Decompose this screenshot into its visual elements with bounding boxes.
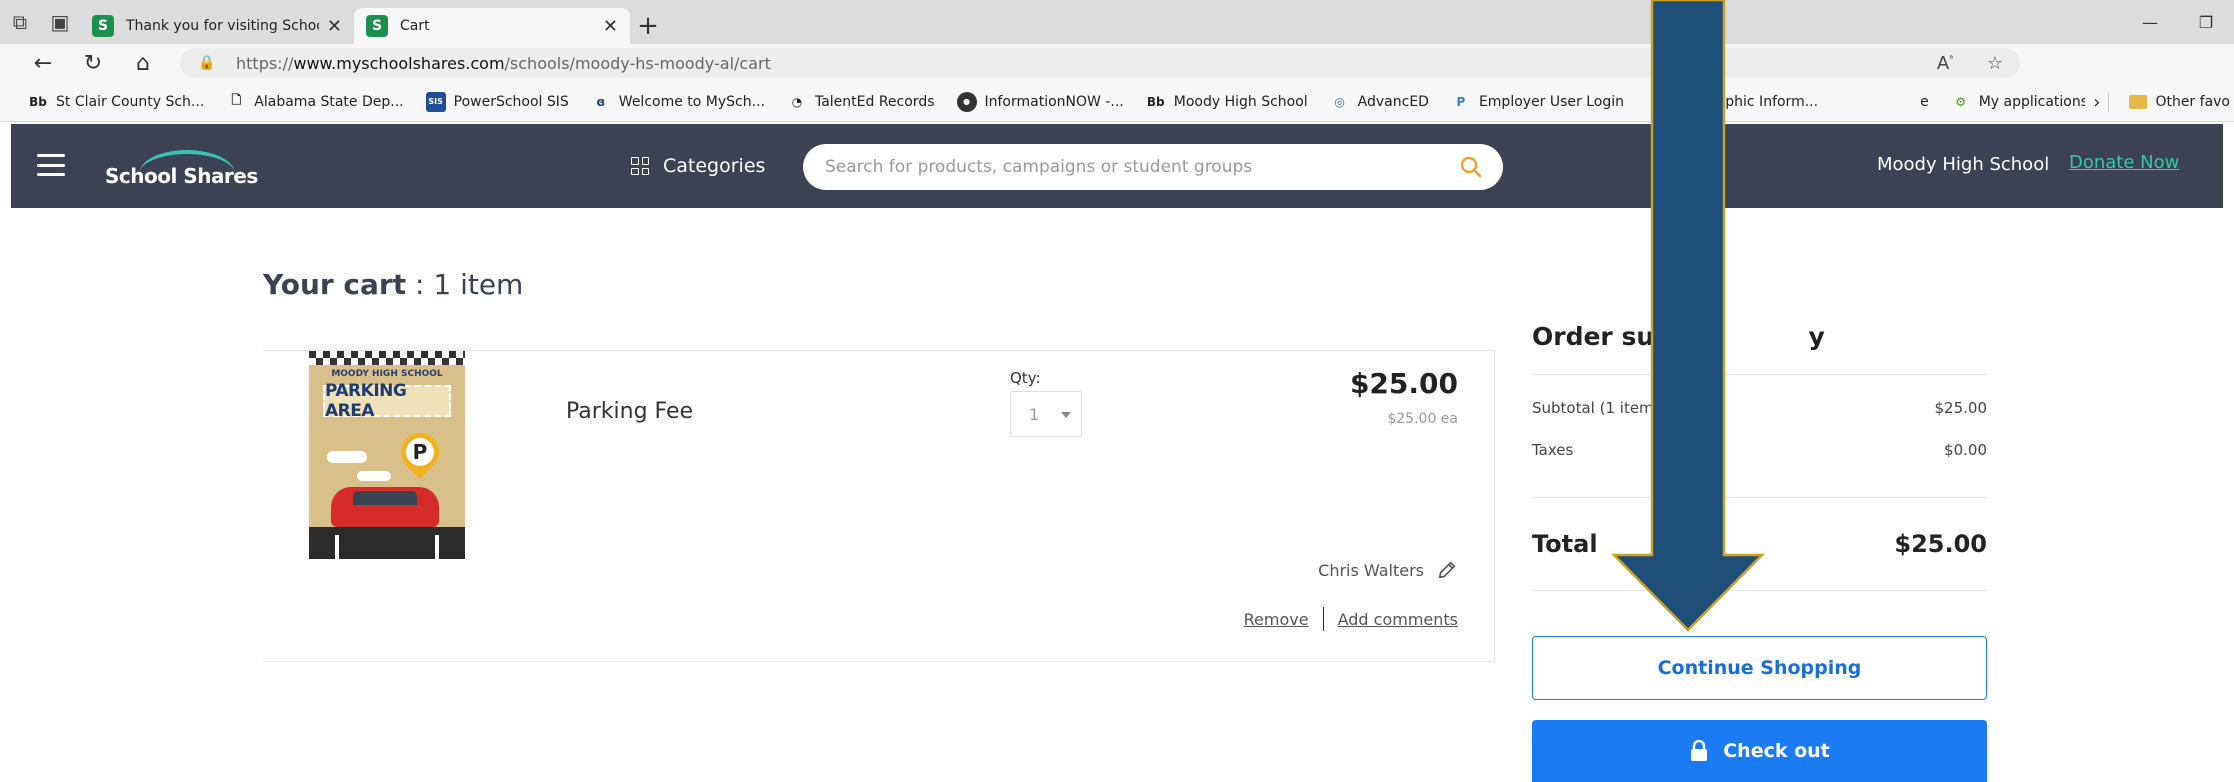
continue-shopping-button[interactable]: Continue Shopping [1532,636,1987,700]
checkout-button[interactable]: Check out [1532,720,1987,782]
site-lock-icon[interactable]: 🔒 [198,55,218,71]
taxes-label: Taxes [1532,441,1574,459]
close-icon[interactable]: ✕ [327,16,342,37]
quantity-select[interactable]: 1 [1010,391,1082,437]
school-shares-favicon: S [366,15,388,37]
subtotal-label: Subtotal (1 item [1532,399,1654,417]
checkout-label: Check out [1723,740,1830,762]
close-icon[interactable]: ✕ [603,16,618,37]
advanced-icon: ◎ [1334,94,1345,109]
school-shares-logo[interactable]: School Shares [105,150,265,190]
taxes-row: Taxes $0.00 [1532,429,1987,471]
url-input[interactable]: 🔒 https://www.myschoolshares.com/schools… [180,48,2020,78]
tab-title: Thank you for visiting School Sha [126,18,319,34]
item-price: $25.00 [1349,367,1458,400]
cart-title: Your cart : 1 item [263,268,524,301]
tab-cart[interactable]: S Cart ✕ [354,8,630,44]
back-icon[interactable]: ← [18,44,68,82]
pencil-icon[interactable] [1436,559,1458,581]
favorite-informationnow[interactable]: ● InformationNOW -... [956,91,1124,112]
total-label: Total [1532,530,1598,558]
read-aloud-icon[interactable]: Aᵃ [1920,53,1970,74]
categories-button[interactable]: Categories [631,152,765,180]
lock-icon [1691,740,1708,761]
product-name[interactable]: Parking Fee [566,399,693,424]
tab-title: Cart [400,18,430,34]
order-summary: Order sur y Subtotal (1 item $25.00 Taxes… [1532,322,1987,591]
site-header: School Shares Categories Moody High Scho… [11,124,2223,208]
menu-icon[interactable] [37,154,65,176]
blackboard-icon: Bb [29,94,47,109]
add-comments-link[interactable]: Add comments [1338,610,1458,629]
categories-label: Categories [663,155,766,177]
refresh-icon[interactable]: ↻ [68,44,118,82]
school-shares-favicon: S [92,15,114,37]
item-actions: Remove Add comments [1244,607,1458,631]
parking-pin-icon: P [406,438,434,466]
favorite-moody-high[interactable]: Bb Moody High School [1146,92,1308,112]
subtotal-value: $25.00 [1934,399,1988,417]
home-icon[interactable]: ⌂ [118,44,168,82]
tab-actions-icon[interactable]: ▣ [40,0,80,44]
blackboard-icon: Bb [1146,94,1165,109]
favorite-geographic[interactable]: ◉ Geographic Inform... [1646,92,1818,112]
talented-icon: ◔ [791,94,803,109]
other-favorites[interactable]: Other favo [2155,94,2234,110]
powerschool-icon: SIS [425,91,446,112]
minimize-icon[interactable]: — [2122,0,2178,44]
total-row: Total $25.00 [1532,498,1987,590]
remove-link[interactable]: Remove [1244,610,1309,629]
total-value: $25.00 [1894,530,1987,558]
favorite-partial[interactable]: e [1920,94,1929,110]
tab-thank-you[interactable]: S Thank you for visiting School Sha ✕ [80,8,354,44]
favorite-talented[interactable]: ◔ TalentEd Records [787,92,935,112]
subtotal-row: Subtotal (1 item $25.00 [1532,387,1987,429]
myschool-icon: ɞ [596,94,606,109]
taxes-value: $0.00 [1944,441,1987,459]
favorite-advanced[interactable]: ◎ AdvancED [1330,92,1429,112]
favorites-bar: Bb St Clair County Sch... 🗋 Alabama State … [0,82,2234,122]
folder-icon [2129,95,2148,109]
recipient: Chris Walters [1318,559,1458,581]
window-controls: — ❐ [2122,0,2234,44]
url-host: www.myschoolshares.com [293,53,505,73]
item-price-each: $25.00 ea [1387,411,1458,427]
recipient-name: Chris Walters [1318,560,1424,580]
search-input[interactable] [825,144,1425,190]
product-image[interactable]: MOODY HIGH SCHOOL PARKING AREA P [309,351,465,559]
favorite-powerschool[interactable]: SIS PowerSchool SIS [425,91,569,112]
grid-icon [631,157,649,175]
workspaces-icon[interactable]: ⧉ [0,0,40,44]
search-icon[interactable] [1459,155,1483,179]
new-tab-button[interactable]: + [630,8,666,44]
page-icon: 🗋 [231,93,242,107]
favorite-alabama-state[interactable]: 🗋 Alabama State Dep... [226,92,403,112]
address-bar: ← ↻ ⌂ 🔒 https://www.myschoolshares.com/s… [0,44,2234,119]
search-box [803,144,1503,190]
globe-icon: ◉ [1650,94,1662,109]
url-path: /schools/moody-hs-moody-al/cart [504,53,771,73]
favorite-employer-login[interactable]: P Employer User Login [1451,92,1624,112]
url-scheme: https:// [236,53,294,73]
qty-label: Qty: [1010,369,1041,387]
chevron-right-icon[interactable]: › [2085,92,2108,113]
order-summary-title: Order sur y [1532,322,1825,351]
favorites-overflow: › Other favo [2085,82,2234,121]
favorite-star-icon[interactable]: ☆ [1970,53,2020,74]
browser-tab-strip: ⧉ ▣ S Thank you for visiting School Sha … [0,0,2234,44]
gear-icon: ⚙ [1955,94,1967,109]
employer-icon: P [1456,94,1466,109]
cart-item: MOODY HIGH SCHOOL PARKING AREA P Parking… [263,350,1495,662]
donate-now-link[interactable]: Donate Now [2069,152,2179,173]
school-name[interactable]: Moody High School [1877,154,2049,175]
restore-icon[interactable]: ❐ [2178,0,2234,44]
favorite-myschool[interactable]: ɞ Welcome to MySch... [591,92,765,112]
chevron-down-icon [1061,412,1071,418]
favorite-st-clair[interactable]: Bb St Clair County Sch... [28,92,204,112]
informationnow-icon: ● [956,91,977,112]
